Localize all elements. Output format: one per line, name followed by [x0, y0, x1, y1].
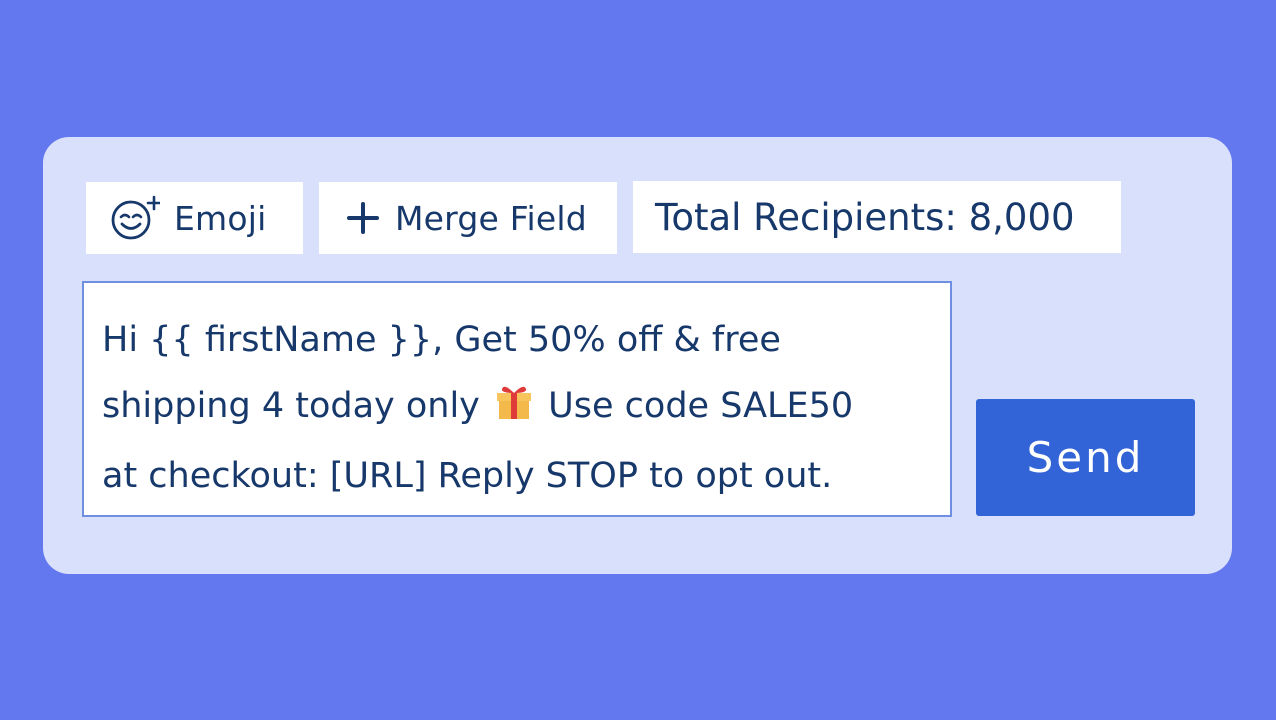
emoji-button[interactable]: Emoji	[86, 182, 303, 254]
message-line-1: Hi {{ firstName }}, Get 50% off & free	[102, 320, 781, 360]
plus-icon	[345, 200, 381, 236]
emoji-button-label: Emoji	[174, 198, 267, 238]
recipients-count-badge: Total Recipients: 8,000	[633, 181, 1121, 253]
recipients-count-label: Total Recipients: 8,000	[655, 195, 1075, 239]
message-line-2: shipping 4 today only Use code SALE50	[102, 373, 932, 443]
smile-plus-icon	[110, 195, 160, 241]
send-button-label: Send	[1026, 433, 1145, 482]
gift-icon	[495, 377, 533, 443]
message-textarea[interactable]: Hi {{ firstName }}, Get 50% off & free s…	[82, 281, 952, 517]
merge-field-button[interactable]: Merge Field	[319, 182, 617, 254]
sms-composer-panel: Emoji Merge Field Total Recipients: 8,00…	[43, 137, 1232, 574]
send-button[interactable]: Send	[976, 399, 1195, 516]
merge-field-button-label: Merge Field	[395, 198, 587, 238]
message-line-3: at checkout: [URL] Reply STOP to opt out…	[102, 456, 833, 496]
